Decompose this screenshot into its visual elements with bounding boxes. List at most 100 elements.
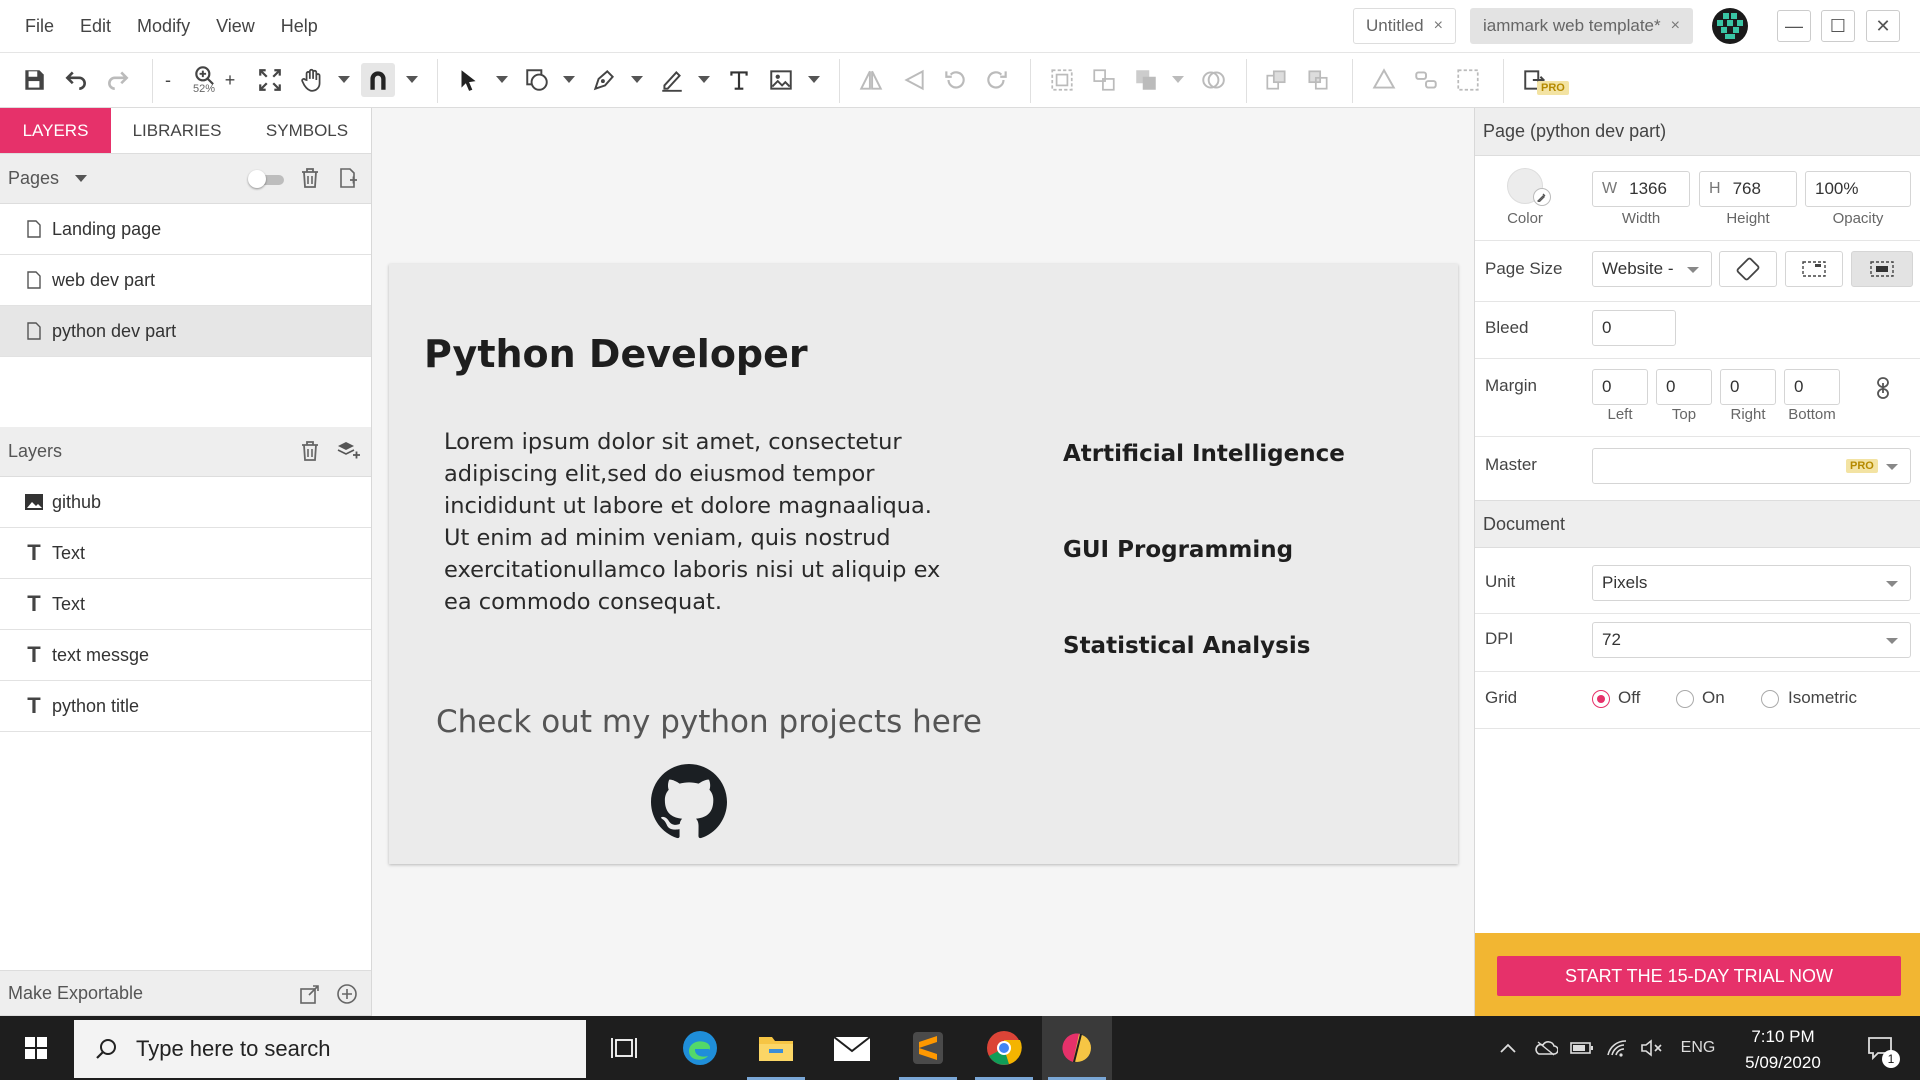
send-backward-icon[interactable] (1301, 63, 1335, 97)
bleed-input[interactable]: 0 (1592, 310, 1676, 346)
pages-toggle[interactable] (248, 170, 286, 188)
notification-center-icon[interactable]: 1 (1854, 1016, 1906, 1080)
volume-muted-icon[interactable] (1638, 1016, 1666, 1080)
text-message[interactable]: Lorem ipsum dolor sit amet, consectetur … (444, 426, 944, 618)
close-window-button[interactable]: ✕ (1866, 10, 1900, 42)
undo-icon[interactable] (59, 63, 93, 97)
page-item[interactable]: Landing page (0, 204, 371, 255)
projects-message[interactable]: Check out my python projects here (436, 704, 982, 740)
chevron-down-icon[interactable] (496, 76, 508, 83)
grid-isometric-radio[interactable] (1761, 690, 1779, 708)
pencil-tool-icon[interactable] (655, 63, 689, 97)
chevron-down-icon[interactable] (406, 76, 418, 83)
hand-tool-icon[interactable] (295, 63, 329, 97)
wifi-icon[interactable] (1604, 1016, 1632, 1080)
group-icon[interactable] (1045, 63, 1079, 97)
flip-vertical-icon[interactable] (897, 63, 931, 97)
canvas[interactable]: Python Developer Lorem ipsum dolor sit a… (373, 108, 1473, 1016)
doc-tab-active[interactable]: iammark web template* × (1470, 8, 1693, 44)
windows-start-icon[interactable] (0, 1016, 72, 1080)
export-settings-icon[interactable] (299, 983, 321, 1010)
menu-modify[interactable]: Modify (124, 16, 203, 37)
sublime-text-icon[interactable] (893, 1016, 963, 1080)
boolean-icon[interactable] (1196, 63, 1230, 97)
fit-artboard-button[interactable] (1785, 251, 1843, 287)
menu-file[interactable]: File (12, 16, 67, 37)
layer-item[interactable]: T python title (0, 681, 371, 732)
snap-magnet-icon[interactable] (361, 63, 395, 97)
margin-top-input[interactable]: 0 (1656, 369, 1712, 405)
chevron-down-icon[interactable] (338, 76, 350, 83)
menu-help[interactable]: Help (268, 16, 331, 37)
maximize-button[interactable]: ☐ (1821, 10, 1855, 42)
page-item[interactable]: web dev part (0, 255, 371, 306)
image-tool-icon[interactable] (764, 63, 798, 97)
mask-icon[interactable] (1451, 63, 1485, 97)
ungroup-icon[interactable] (1087, 63, 1121, 97)
tab-layers[interactable]: LAYERS (0, 108, 111, 153)
file-explorer-icon[interactable] (741, 1016, 811, 1080)
chevron-down-icon[interactable] (563, 76, 575, 83)
menu-view[interactable]: View (203, 16, 268, 37)
margin-right-input[interactable]: 0 (1720, 369, 1776, 405)
artboard[interactable]: Python Developer Lorem ipsum dolor sit a… (389, 264, 1458, 864)
user-avatar[interactable] (1712, 8, 1748, 44)
link-icon[interactable] (1409, 63, 1443, 97)
symbol-icon[interactable] (1367, 63, 1401, 97)
pen-tool-icon[interactable] (587, 63, 621, 97)
python-title[interactable]: Python Developer (424, 332, 808, 376)
battery-icon[interactable] (1568, 1016, 1596, 1080)
skill-text[interactable]: Atrtificial Intelligence (1063, 441, 1345, 467)
onedrive-icon[interactable] (1532, 1016, 1560, 1080)
page-size-select[interactable]: Website - (1592, 251, 1712, 287)
arrange-icon[interactable] (1129, 63, 1163, 97)
save-icon[interactable] (17, 63, 51, 97)
margin-left-input[interactable]: 0 (1592, 369, 1648, 405)
mail-icon[interactable] (817, 1016, 887, 1080)
taskbar-search-box[interactable]: Type here to search (74, 1020, 586, 1078)
delete-layer-icon[interactable] (300, 440, 320, 467)
start-trial-button[interactable]: START THE 15-DAY TRIAL NOW (1497, 956, 1901, 996)
language-indicator[interactable]: ENG (1674, 1016, 1722, 1080)
gravit-designer-icon[interactable] (1042, 1016, 1112, 1080)
doc-tab-untitled[interactable]: Untitled × (1353, 8, 1456, 44)
link-margins-icon[interactable] (1875, 376, 1891, 405)
tab-symbols[interactable]: SYMBOLS (243, 108, 371, 153)
zoom-in-button[interactable]: + (220, 63, 240, 97)
close-tab-icon[interactable]: × (1671, 17, 1680, 35)
layer-item[interactable]: T Text (0, 579, 371, 630)
layer-item[interactable]: T Text (0, 528, 371, 579)
github-icon[interactable] (651, 764, 727, 840)
unit-select[interactable]: Pixels (1592, 565, 1911, 601)
flip-horizontal-icon[interactable] (854, 63, 888, 97)
grid-off-radio[interactable] (1592, 690, 1610, 708)
chevron-down-icon[interactable] (75, 175, 88, 182)
margin-bottom-input[interactable]: 0 (1784, 369, 1840, 405)
add-page-icon[interactable] (338, 167, 358, 194)
bring-forward-icon[interactable] (1259, 63, 1293, 97)
chrome-icon[interactable] (969, 1016, 1039, 1080)
dpi-select[interactable]: 72 (1592, 622, 1911, 658)
add-layer-icon[interactable] (336, 440, 360, 467)
chevron-down-icon[interactable] (808, 76, 820, 83)
add-export-icon[interactable] (336, 983, 358, 1010)
rotate-left-icon[interactable] (938, 63, 972, 97)
eyedropper-icon[interactable] (1533, 188, 1551, 206)
task-view-icon[interactable] (589, 1016, 659, 1080)
grid-on-radio[interactable] (1676, 690, 1694, 708)
minimize-button[interactable]: — (1777, 10, 1811, 42)
layer-item[interactable]: T text messge (0, 630, 371, 681)
height-input[interactable]: H 768 (1699, 171, 1797, 207)
chevron-down-icon[interactable] (1172, 76, 1184, 83)
close-tab-icon[interactable]: × (1434, 17, 1443, 35)
opacity-input[interactable]: 100% (1805, 171, 1911, 207)
select-pointer-icon[interactable] (451, 63, 485, 97)
redo-icon[interactable] (101, 63, 135, 97)
edge-browser-icon[interactable] (665, 1016, 735, 1080)
menu-edit[interactable]: Edit (67, 16, 124, 37)
chevron-down-icon[interactable] (631, 76, 643, 83)
chevron-up-icon[interactable] (1496, 1016, 1520, 1080)
page-item-selected[interactable]: python dev part (0, 306, 371, 357)
fit-content-button[interactable] (1851, 251, 1913, 287)
delete-page-icon[interactable] (300, 167, 320, 194)
